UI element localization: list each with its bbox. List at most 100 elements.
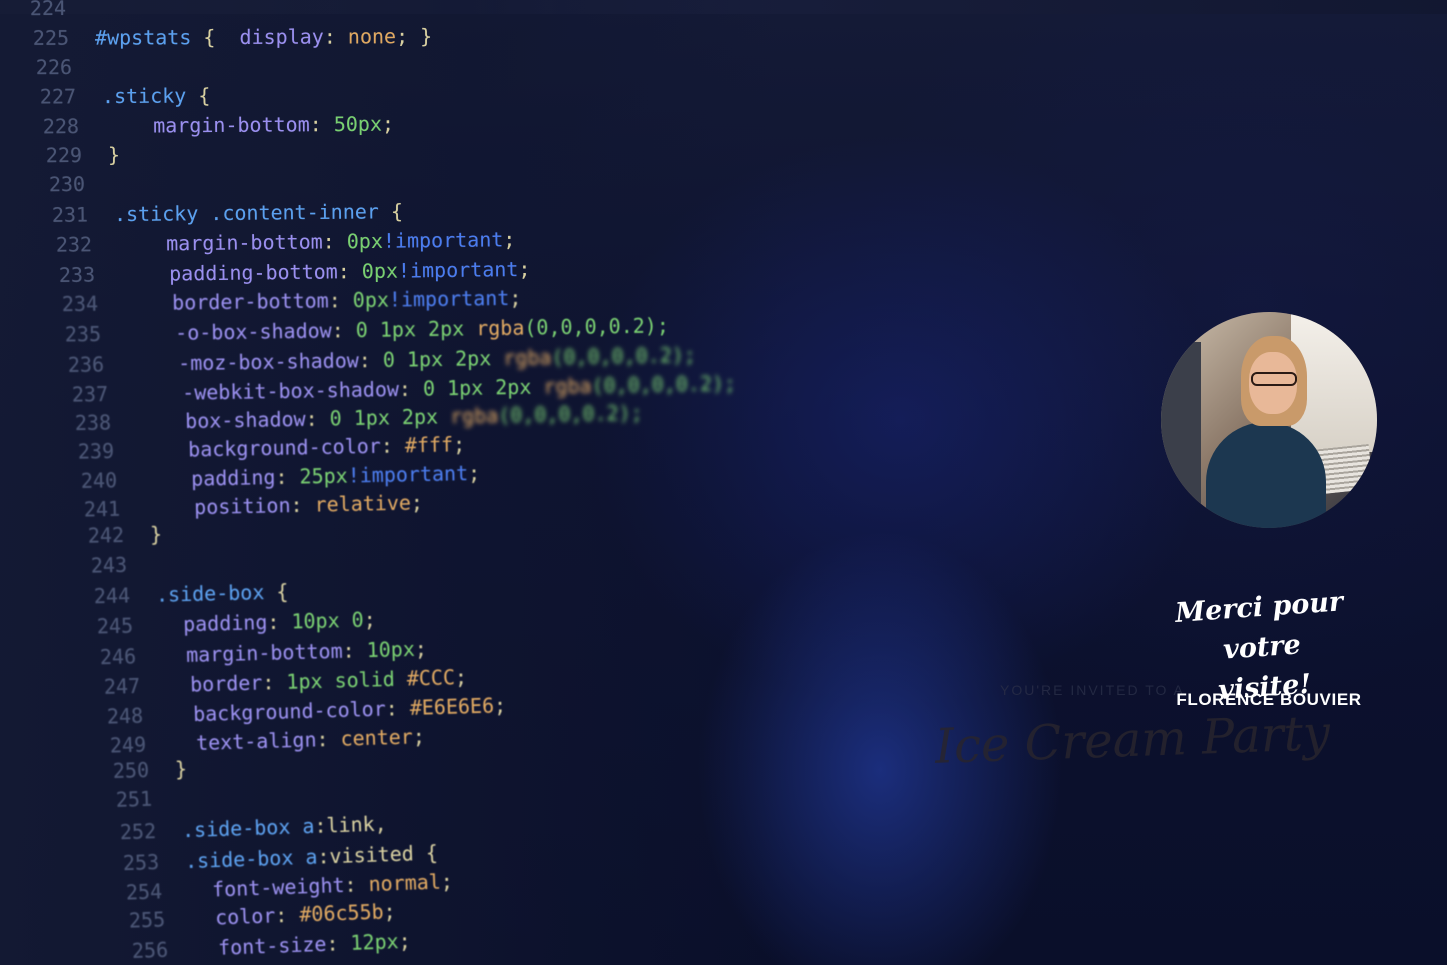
- code-token: #wpstats: [95, 25, 204, 50]
- code-token: 1px solid: [285, 666, 407, 694]
- code-token: :: [326, 930, 352, 956]
- code-line: 242}: [79, 522, 162, 548]
- code-token: padding: [158, 610, 268, 638]
- code-line: 250}: [105, 757, 188, 784]
- code-token: :: [275, 464, 300, 489]
- code-token: 10px: [366, 636, 416, 662]
- avatar: [1161, 312, 1377, 528]
- code-line: 225 #wpstats { display: none; }: [25, 24, 432, 50]
- code-token: :: [323, 24, 349, 49]
- code-line: 243: [83, 552, 154, 578]
- code-token: display: [239, 24, 325, 50]
- code-line: 226: [28, 54, 98, 79]
- code-token: ;: [363, 607, 377, 632]
- code-token: {: [391, 199, 404, 224]
- code-token: :: [261, 669, 287, 695]
- code-token: 0 1px 2px: [355, 316, 477, 343]
- line-number: 227: [39, 84, 76, 109]
- code-token: none: [348, 24, 397, 49]
- code-token: 0px: [361, 258, 398, 283]
- line-number: 243: [90, 552, 128, 578]
- code-token: }: [107, 142, 121, 167]
- code-token: -webkit-box-shadow: [133, 376, 399, 406]
- code-token: 0 1px 2px: [329, 404, 451, 431]
- code-token: :visited {: [316, 840, 438, 869]
- code-token: .side-box a: [181, 814, 315, 843]
- code-line: 244 .side-box {: [86, 580, 289, 609]
- code-token: 0px: [346, 229, 383, 254]
- code-token: relative: [314, 490, 412, 517]
- code-line: 228 margin-bottom: 50px;: [35, 112, 394, 139]
- code-token: :: [267, 609, 292, 635]
- line-number: 232: [55, 232, 92, 258]
- code-token: !important: [382, 227, 504, 254]
- code-token: #06c55b: [299, 899, 385, 927]
- line-number: 237: [71, 381, 108, 407]
- line-number: 229: [45, 142, 83, 167]
- line-number: 255: [128, 907, 166, 933]
- code-token: #E6E6E6: [409, 693, 495, 721]
- code-token: rgba: [476, 315, 525, 341]
- code-token: (0,0,0,0.2);: [551, 342, 697, 369]
- line-number: 247: [103, 673, 140, 699]
- code-token: ;: [454, 664, 467, 690]
- code-token: box-shadow: [136, 407, 306, 435]
- code-token: ;: [411, 490, 424, 515]
- code-token: color: [190, 903, 276, 931]
- code-token: rgba: [542, 373, 592, 399]
- code-token: rgba: [503, 344, 553, 370]
- line-number: 254: [125, 879, 163, 905]
- code-token: 12px: [350, 928, 400, 955]
- code-token: normal: [368, 869, 442, 897]
- code-token: margin-bottom: [104, 112, 310, 139]
- code-token: :: [322, 229, 347, 254]
- code-token: :: [305, 406, 330, 432]
- code-token: ;: [518, 256, 531, 281]
- code-token: #CCC: [406, 665, 455, 691]
- line-number: 250: [112, 757, 150, 783]
- avatar-door-frame: [1161, 342, 1201, 528]
- code-token: padding-bottom: [120, 259, 338, 286]
- line-number: 251: [115, 786, 153, 812]
- code-token: ;: [468, 460, 481, 485]
- code-token: ;: [502, 227, 516, 252]
- code-token: 10px 0: [291, 607, 365, 634]
- code-token: (0,0,0,0.2);: [497, 400, 643, 428]
- line-number: 226: [36, 54, 73, 79]
- line-number: 230: [48, 171, 86, 197]
- code-token: ; }: [396, 24, 433, 49]
- code-token: (0,0,0,0.2);: [590, 371, 736, 398]
- code-token: :: [358, 347, 384, 372]
- code-token: :: [344, 872, 370, 897]
- code-token: :: [275, 902, 300, 928]
- avatar-glasses: [1251, 372, 1297, 386]
- code-token: :: [316, 726, 341, 751]
- code-token: ;: [493, 693, 507, 718]
- code-token: -moz-box-shadow: [130, 347, 360, 376]
- code-token: :: [380, 432, 406, 458]
- line-number: 236: [68, 351, 105, 377]
- code-token: !important: [397, 256, 519, 283]
- code-line: 229}: [38, 142, 120, 167]
- code-line: 231 .sticky .content-inner {: [44, 199, 403, 227]
- code-token: :: [309, 112, 334, 137]
- code-token: 0 1px 2px: [383, 345, 504, 372]
- background-photo: YOU'RE INVITED TO A Ice Cream Party Merc…: [0, 0, 1447, 965]
- line-number: 253: [122, 849, 160, 875]
- code-token: 0 1px 2px: [422, 374, 544, 401]
- code-line: 227 .sticky {: [32, 83, 210, 109]
- code-token: :: [337, 258, 362, 284]
- line-number: 234: [61, 291, 99, 317]
- line-number: 225: [33, 26, 70, 51]
- code-token: padding: [142, 464, 276, 492]
- line-number: 246: [100, 643, 137, 669]
- line-number: 244: [93, 583, 131, 609]
- code-token: .side-box: [155, 579, 277, 607]
- code-token: rgba: [449, 403, 499, 429]
- code-token: center: [340, 724, 414, 751]
- code-token: {: [203, 25, 240, 50]
- code-token: .sticky .content-inner: [114, 199, 392, 227]
- code-token: :: [385, 696, 410, 721]
- ghost-title-text: Ice Cream Party: [934, 705, 1331, 775]
- line-number: 256: [131, 937, 169, 963]
